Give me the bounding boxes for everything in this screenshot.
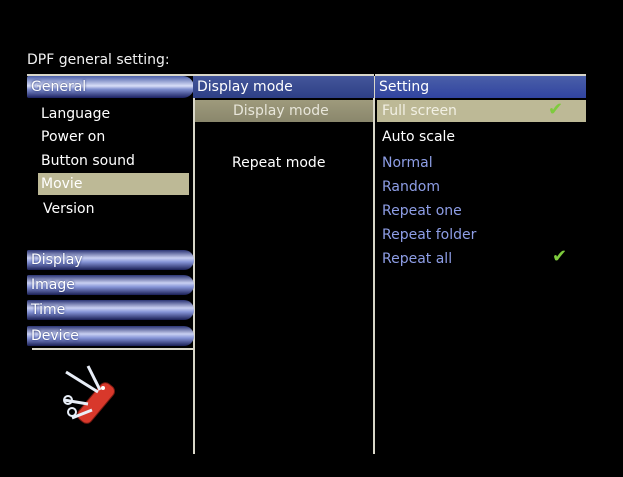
option-random[interactable]: Random: [382, 176, 440, 198]
option-display-mode[interactable]: Display mode: [233, 100, 329, 122]
option-repeat-mode[interactable]: Repeat mode: [232, 152, 325, 174]
option-repeat-one[interactable]: Repeat one: [382, 200, 462, 222]
checkmark-icon: ✔: [548, 99, 564, 120]
option-repeat-folder[interactable]: Repeat folder: [382, 224, 476, 246]
option-auto-scale[interactable]: Auto scale: [382, 126, 455, 148]
tab-image[interactable]: Image: [27, 275, 194, 295]
menu-item-language[interactable]: Language: [41, 103, 110, 125]
column-divider-left: [193, 76, 195, 454]
tab-general[interactable]: General: [27, 76, 194, 98]
checkmark-icon: ✔: [552, 246, 568, 267]
menu-item-button-sound[interactable]: Button sound: [41, 150, 135, 172]
category-underline: [32, 348, 194, 350]
page-title: DPF general setting:: [27, 52, 170, 68]
swiss-knife-icon: [63, 365, 115, 424]
option-repeat-all[interactable]: Repeat all: [382, 248, 452, 270]
column-divider-right: [373, 76, 375, 454]
tab-display[interactable]: Display: [27, 250, 194, 270]
option-full-screen[interactable]: Full screen: [382, 100, 457, 122]
menu-item-movie[interactable]: Movie: [41, 173, 82, 195]
menu-item-version[interactable]: Version: [43, 198, 94, 220]
setting-header: Setting: [375, 76, 586, 98]
display-mode-header: Display mode: [193, 76, 374, 98]
option-normal[interactable]: Normal: [382, 152, 433, 174]
menu-item-power-on[interactable]: Power on: [41, 126, 105, 148]
tab-time[interactable]: Time: [27, 300, 194, 320]
dpf-settings-screen: DPF general setting: General Display mod…: [0, 0, 623, 477]
tab-device[interactable]: Device: [27, 326, 194, 346]
